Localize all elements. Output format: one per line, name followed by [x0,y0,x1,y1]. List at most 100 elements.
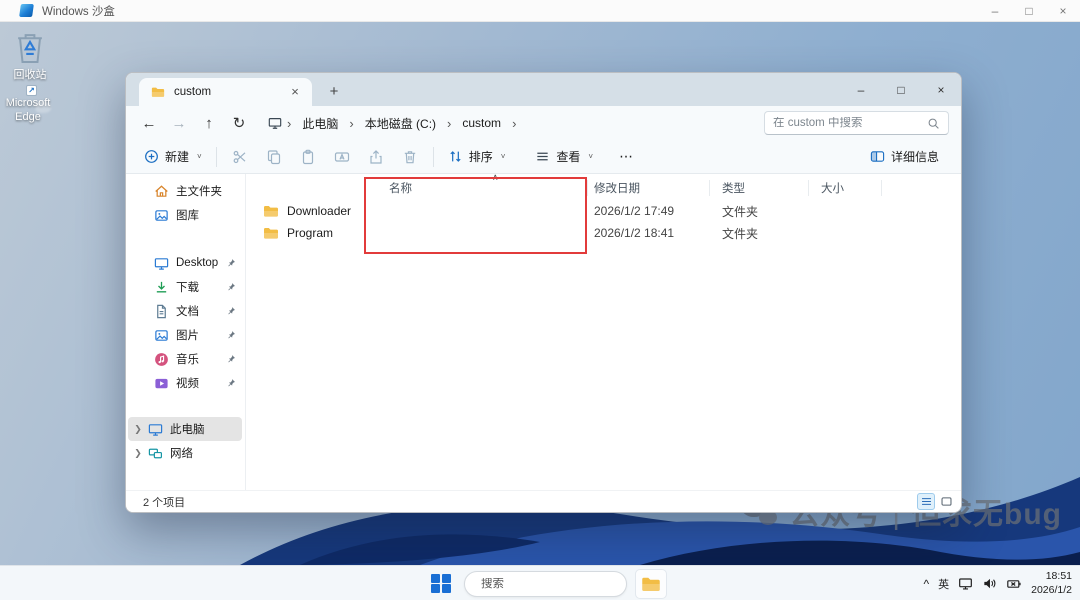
paste-button[interactable] [291,143,325,171]
network-tray-icon[interactable] [958,576,973,591]
sidebar-item-desktop[interactable]: Desktop [128,251,242,275]
view-button-label: 查看 [556,148,580,165]
column-header-size[interactable]: 大小 [821,178,844,198]
volume-icon[interactable] [982,576,997,591]
rename-button[interactable] [325,143,359,171]
explorer-minimize-button[interactable]: – [841,73,881,106]
sort-button-label: 排序 [469,148,493,165]
file-date: 2026/1/2 17:49 [594,204,674,218]
sidebar-item-gallery[interactable]: 图库 [128,203,242,227]
taskbar-search-box[interactable] [464,571,627,597]
computer-icon [268,116,282,130]
taskbar-search-input[interactable] [481,578,635,590]
explorer-close-button[interactable]: × [921,73,961,106]
sidebar-item-label: 网络 [170,445,242,461]
details-view-toggle[interactable] [917,493,935,510]
sidebar-item-label: 图片 [176,327,226,343]
sidebar-item-music[interactable]: 音乐 [128,347,242,371]
sidebar-item-home[interactable]: 主文件夹 [128,179,242,203]
details-pane-button[interactable]: 详细信息 [862,143,947,170]
taskbar-file-explorer-button[interactable] [635,569,667,599]
explorer-tab-custom[interactable]: custom × [139,78,312,106]
sidebar-item-pictures[interactable]: 图片 [128,323,242,347]
copy-button[interactable] [257,143,291,171]
new-button[interactable]: 新建 ˅ [136,143,210,170]
pin-icon [226,378,236,388]
pictures-icon [154,328,169,343]
sandbox-screen: Windows 沙盒 – □ × 回收站 ↗ Microsoft Edge [0,0,1080,600]
desktop-icon-label: 回收站 [14,69,47,83]
sandbox-maximize-button[interactable]: □ [1012,4,1046,18]
new-button-label: 新建 [165,148,189,165]
tree-expand-chevron[interactable]: ❯ [128,448,148,459]
forward-button[interactable]: → [164,115,194,132]
copy-icon [266,149,282,165]
plus-circle-icon [144,149,159,164]
sidebar-item-label: 此电脑 [170,421,242,437]
tab-close-button[interactable]: × [286,83,304,101]
sidebar-item-videos[interactable]: 视频 [128,371,242,395]
trash-icon [402,149,418,165]
start-button[interactable] [426,569,456,599]
desktop-icon-recycle-bin[interactable]: 回收站 [0,28,66,83]
file-row-program[interactable]: Program 2026/1/2 18:41 文件夹 [254,222,949,244]
sidebar-item-documents[interactable]: 文档 [128,299,242,323]
explorer-maximize-button[interactable]: □ [881,73,921,106]
input-language-indicator[interactable]: 英 [938,576,949,592]
breadcrumb-custom[interactable]: custom [456,113,507,133]
explorer-statusbar: 2 个项目 [126,490,961,512]
pin-icon [226,258,236,268]
tray-date: 2026/1/2 [1031,584,1072,597]
file-date: 2026/1/2 18:41 [594,226,674,240]
sidebar-item-label: Desktop [176,257,226,269]
tree-expand-chevron[interactable]: ❯ [128,424,148,435]
sidebar-item-this-pc[interactable]: ❯ 此电脑 [128,417,242,441]
sidebar-item-label: 视频 [176,375,226,391]
column-divider[interactable] [709,180,710,196]
clock[interactable]: 18:51 2026/1/2 [1031,570,1072,596]
toolbar-divider [433,147,434,167]
breadcrumb-this-pc[interactable]: 此电脑 [296,112,344,135]
sidebar-item-downloads[interactable]: 下载 [128,275,242,299]
new-tab-button[interactable]: + [322,81,346,103]
breadcrumb-chevron: › [286,116,292,131]
file-row-downloader[interactable]: Downloader 2026/1/2 17:49 文件夹 [254,200,949,222]
explorer-search-input[interactable] [773,117,927,129]
column-divider[interactable] [881,180,882,196]
sidebar-item-network[interactable]: ❯ 网络 [128,441,242,465]
chevron-down-icon: ˅ [501,152,506,161]
view-button[interactable]: 查看 ˅ [527,143,601,170]
breadcrumb: › 此电脑 › 本地磁盘 (C:) › custom › [268,112,517,135]
desktop-icon [154,256,169,271]
explorer-search-box[interactable] [764,111,949,135]
desktop-icon-edge[interactable]: ↗ Microsoft Edge [0,94,64,125]
column-header-name[interactable]: 名称 [389,178,412,198]
cut-button[interactable] [223,143,257,171]
details-pane-label: 详细信息 [891,148,939,165]
details-view-icon [920,495,933,508]
column-divider[interactable] [808,180,809,196]
sandbox-minimize-button[interactable]: – [978,4,1012,18]
file-explorer-icon [641,574,661,594]
more-options-button[interactable]: ⋯ [611,143,642,170]
desktop-icon-label: Microsoft Edge [0,97,64,125]
explorer-command-bar: 新建 ˅ 排序 ˅ 查看 ˅ [126,140,961,174]
sandbox-close-button[interactable]: × [1046,4,1080,18]
tray-expand-button[interactable]: ^ [923,577,929,591]
folder-icon [151,85,165,99]
share-button[interactable] [359,143,393,171]
column-header-type[interactable]: 类型 [722,178,745,198]
refresh-button[interactable]: ↻ [224,114,254,132]
sort-button[interactable]: 排序 ˅ [440,143,514,170]
details-pane-icon [870,149,885,164]
column-divider[interactable] [587,180,588,196]
large-icons-view-toggle[interactable] [937,493,955,510]
taskbar: ^ 英 18:51 2026/1/2 [0,565,1080,600]
delete-button[interactable] [393,143,427,171]
battery-status-icon[interactable] [1006,576,1022,592]
document-icon [154,304,169,319]
back-button[interactable]: ← [134,115,164,132]
breadcrumb-local-disk-c[interactable]: 本地磁盘 (C:) [359,112,442,135]
column-header-date[interactable]: 修改日期 [594,178,640,198]
up-button[interactable]: ↑ [194,115,224,132]
